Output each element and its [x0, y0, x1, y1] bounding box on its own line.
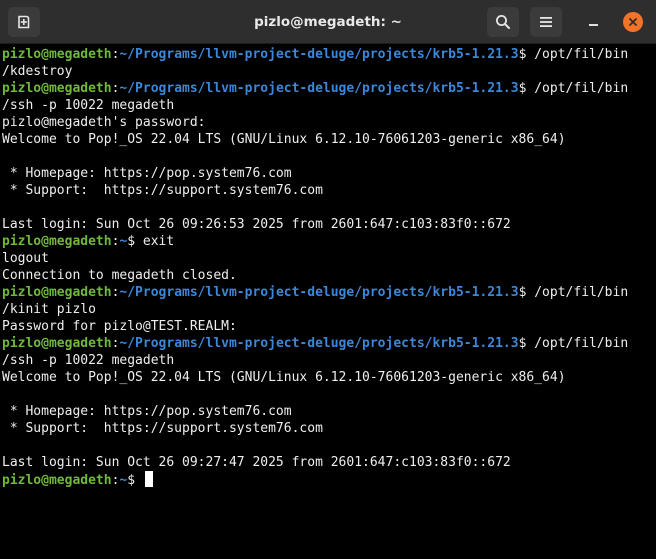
- terminal-line: pizlo@megadeth:~$ exit: [0, 233, 656, 250]
- prompt-user: pizlo@megadeth: [2, 81, 112, 96]
- terminal-text: * Support: https://support.system76.com: [2, 183, 323, 198]
- terminal-text: $ /opt/fil/bin: [518, 285, 629, 300]
- terminal-line: Welcome to Pop!_OS 22.04 LTS (GNU/Linux …: [0, 369, 656, 386]
- menu-button[interactable]: [530, 7, 562, 37]
- terminal-text: pizlo@megadeth's password:: [2, 115, 206, 130]
- close-button[interactable]: [623, 12, 643, 32]
- terminal-text: $ /opt/fil/bin: [518, 81, 629, 96]
- terminal-line: /kdestroy: [0, 63, 656, 80]
- prompt-user: pizlo@megadeth: [2, 336, 112, 351]
- terminal-line: /kinit pizlo: [0, 301, 656, 318]
- terminal-text: /kinit pizlo: [2, 302, 96, 317]
- terminal-line: pizlo@megadeth:~/Programs/llvm-project-d…: [0, 335, 656, 352]
- terminal-text: Welcome to Pop!_OS 22.04 LTS (GNU/Linux …: [2, 132, 566, 147]
- new-tab-button[interactable]: [8, 7, 40, 37]
- terminal-text: Welcome to Pop!_OS 22.04 LTS (GNU/Linux …: [2, 370, 566, 385]
- title-bar[interactable]: pizlo@megadeth: ~: [0, 0, 656, 44]
- search-icon: [496, 15, 510, 29]
- terminal-line: Last login: Sun Oct 26 09:26:53 2025 fro…: [0, 216, 656, 233]
- terminal-line: * Homepage: https://pop.system76.com: [0, 165, 656, 182]
- terminal-line: Welcome to Pop!_OS 22.04 LTS (GNU/Linux …: [0, 131, 656, 148]
- terminal-text: /kdestroy: [2, 64, 73, 79]
- terminal-line: /ssh -p 10022 megadeth: [0, 352, 656, 369]
- terminal-text: * Homepage: https://pop.system76.com: [2, 166, 292, 181]
- new-tab-icon: [18, 15, 30, 29]
- terminal-line: logout: [0, 250, 656, 267]
- terminal-window: pizlo@megadeth: ~ pizlo@megadeth:~/Progr…: [0, 0, 656, 559]
- terminal-text: * Support: https://support.system76.com: [2, 421, 323, 436]
- terminal-line: pizlo@megadeth:~/Programs/llvm-project-d…: [0, 80, 656, 97]
- terminal-line: Last login: Sun Oct 26 09:27:47 2025 fro…: [0, 454, 656, 471]
- terminal-text: /ssh -p 10022 megadeth: [2, 353, 175, 368]
- terminal-line: Password for pizlo@TEST.REALM:: [0, 318, 656, 335]
- terminal-text: * Homepage: https://pop.system76.com: [2, 404, 292, 419]
- prompt-path: ~/Programs/llvm-project-deluge/projects/…: [119, 47, 519, 62]
- terminal-line: pizlo@megadeth:~/Programs/llvm-project-d…: [0, 284, 656, 301]
- terminal-line: pizlo@megadeth's password:: [0, 114, 656, 131]
- prompt-path: ~/Programs/llvm-project-deluge/projects/…: [119, 81, 519, 96]
- terminal-text: $ /opt/fil/bin: [518, 336, 629, 351]
- terminal-line: pizlo@megadeth:~$: [0, 471, 656, 488]
- terminal-text: $ exit: [127, 234, 175, 249]
- terminal-line: pizlo@megadeth:~/Programs/llvm-project-d…: [0, 46, 656, 63]
- prompt-user: pizlo@megadeth: [2, 47, 112, 62]
- minimize-button[interactable]: [584, 13, 602, 31]
- search-button[interactable]: [487, 7, 519, 37]
- terminal-text: $ /opt/fil/bin: [518, 47, 629, 62]
- prompt-user: pizlo@megadeth: [2, 473, 112, 488]
- terminal-text: Password for pizlo@TEST.REALM:: [2, 319, 237, 334]
- prompt-user: pizlo@megadeth: [2, 234, 112, 249]
- prompt-path: ~/Programs/llvm-project-deluge/projects/…: [119, 285, 519, 300]
- terminal-text: Connection to megadeth closed.: [2, 268, 237, 283]
- prompt-path: ~/Programs/llvm-project-deluge/projects/…: [119, 336, 519, 351]
- text-cursor: [144, 471, 153, 487]
- hamburger-menu-icon: [540, 17, 552, 27]
- terminal-line: Connection to megadeth closed.: [0, 267, 656, 284]
- terminal-text: Last login: Sun Oct 26 09:27:47 2025 fro…: [2, 455, 511, 470]
- terminal-text: logout: [2, 251, 49, 266]
- terminal-output[interactable]: pizlo@megadeth:~/Programs/llvm-project-d…: [0, 46, 656, 559]
- prompt-user: pizlo@megadeth: [2, 285, 112, 300]
- terminal-line: * Support: https://support.system76.com: [0, 182, 656, 199]
- terminal-text: /ssh -p 10022 megadeth: [2, 98, 175, 113]
- minimize-icon: [588, 24, 598, 26]
- terminal-line: * Support: https://support.system76.com: [0, 420, 656, 437]
- terminal-line: /ssh -p 10022 megadeth: [0, 97, 656, 114]
- terminal-text: $: [127, 473, 143, 488]
- terminal-line: * Homepage: https://pop.system76.com: [0, 403, 656, 420]
- terminal-text: Last login: Sun Oct 26 09:26:53 2025 fro…: [2, 217, 511, 232]
- close-icon: [629, 18, 637, 26]
